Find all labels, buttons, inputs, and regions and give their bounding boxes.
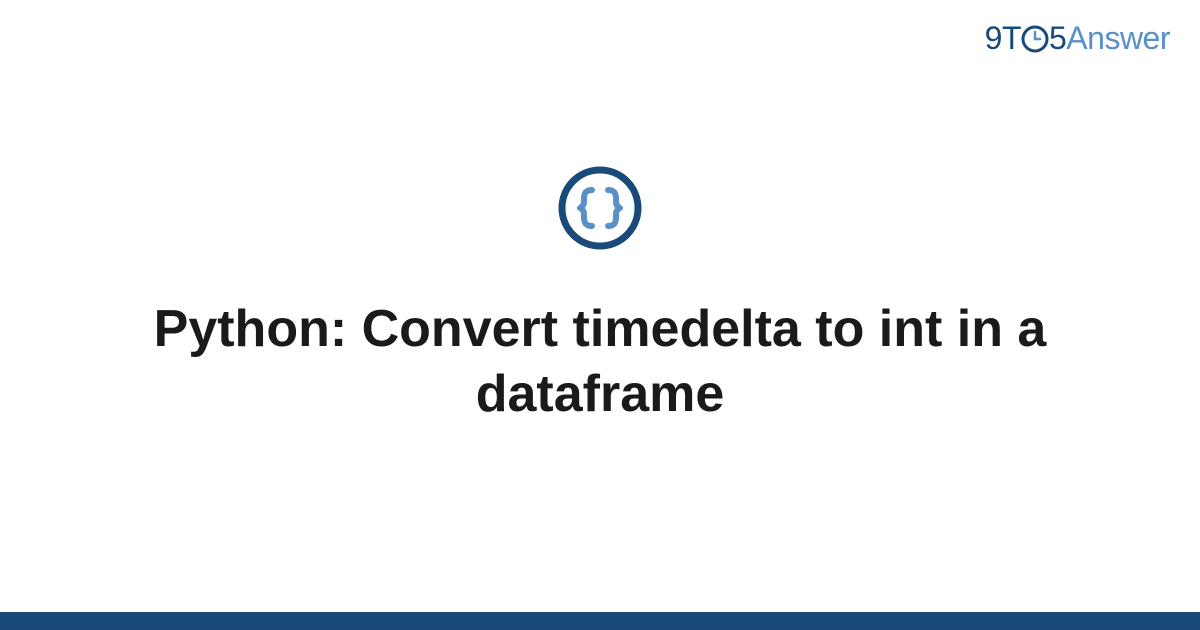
page-title: Python: Convert timedelta to int in a da… bbox=[100, 297, 1100, 427]
footer-accent-bar bbox=[0, 612, 1200, 630]
main-content: Python: Convert timedelta to int in a da… bbox=[0, 0, 1200, 630]
code-braces-icon bbox=[556, 164, 644, 257]
